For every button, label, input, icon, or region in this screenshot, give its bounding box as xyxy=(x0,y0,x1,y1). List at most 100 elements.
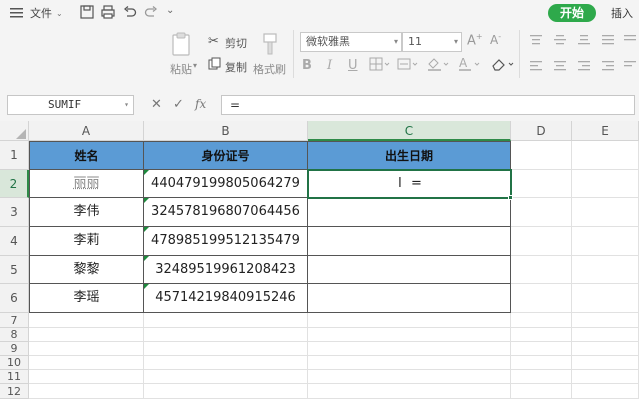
row-header-5[interactable]: 5 xyxy=(0,256,29,284)
copy-button[interactable]: 复制 xyxy=(225,59,247,75)
cell-a4[interactable]: 李莉 xyxy=(29,227,144,256)
cell-a10[interactable] xyxy=(29,356,144,370)
cell-e9[interactable] xyxy=(572,342,639,356)
align-left-icon[interactable] xyxy=(529,60,543,75)
align-bottom-icon[interactable] xyxy=(577,34,591,49)
row-header-6[interactable]: 6 xyxy=(0,284,29,313)
cell-style-icon[interactable] xyxy=(397,57,419,74)
cell-e1[interactable] xyxy=(572,141,639,170)
paste-icon[interactable] xyxy=(171,31,193,60)
save-icon[interactable] xyxy=(80,5,96,21)
format-painter-icon[interactable] xyxy=(261,32,279,59)
cell-a3[interactable]: 李伟 xyxy=(29,198,144,227)
cell-b5[interactable]: 32489519961208423 xyxy=(144,256,308,284)
cell-c1[interactable]: 出生日期 xyxy=(308,141,511,170)
row-header-10[interactable]: 10 xyxy=(0,356,29,370)
cell-e3[interactable] xyxy=(572,198,639,227)
align-distributed-icon[interactable] xyxy=(624,34,636,49)
fill-handle[interactable] xyxy=(508,195,513,200)
cell-b8[interactable] xyxy=(144,328,308,342)
align-right-icon[interactable] xyxy=(577,60,591,75)
cell-e2[interactable] xyxy=(572,170,639,198)
cell-b4[interactable]: 478985199512135479 xyxy=(144,227,308,256)
redo-icon[interactable] xyxy=(144,5,160,21)
row-header-3[interactable]: 3 xyxy=(0,198,29,227)
file-menu[interactable]: 文件 ⌄ xyxy=(30,5,63,21)
cell-b2[interactable]: 440479199805064279 xyxy=(144,170,308,198)
cancel-formula-icon[interactable]: ✕ xyxy=(151,97,162,112)
italic-button[interactable]: I xyxy=(327,58,332,73)
cell-d5[interactable] xyxy=(511,256,572,284)
column-header-b[interactable]: B xyxy=(144,121,308,141)
bold-button[interactable]: B xyxy=(302,58,312,73)
font-color-icon[interactable]: A xyxy=(457,56,481,75)
customize-toolbar-icon[interactable]: ⌄ xyxy=(166,5,182,21)
cell-e7[interactable] xyxy=(572,313,639,328)
cell-c7[interactable] xyxy=(308,313,511,328)
cell-a12[interactable] xyxy=(29,384,144,399)
indent-icon[interactable] xyxy=(601,60,615,75)
row-header-12[interactable]: 12 xyxy=(0,384,29,399)
cell-a1[interactable]: 姓名 xyxy=(29,141,144,170)
cell-b3[interactable]: 324578196807064456 xyxy=(144,198,308,227)
cell-a5[interactable]: 黎黎 xyxy=(29,256,144,284)
cell-d1[interactable] xyxy=(511,141,572,170)
decrease-font-icon[interactable]: A- xyxy=(490,32,501,47)
cell-e10[interactable] xyxy=(572,356,639,370)
row-header-2[interactable]: 2 xyxy=(0,170,29,198)
cell-e11[interactable] xyxy=(572,370,639,384)
column-header-d[interactable]: D xyxy=(511,121,572,141)
cell-c9[interactable] xyxy=(308,342,511,356)
hamburger-menu-icon[interactable] xyxy=(10,5,24,21)
cell-d2[interactable] xyxy=(511,170,572,198)
insert-function-button[interactable]: fx xyxy=(195,97,206,111)
cell-d6[interactable] xyxy=(511,284,572,313)
cell-e4[interactable] xyxy=(572,227,639,256)
confirm-formula-icon[interactable]: ✓ xyxy=(173,97,184,112)
align-center-icon[interactable] xyxy=(553,60,567,75)
cell-d3[interactable] xyxy=(511,198,572,227)
cell-d8[interactable] xyxy=(511,328,572,342)
column-header-e[interactable]: E xyxy=(572,121,639,141)
print-icon[interactable] xyxy=(101,5,117,21)
tab-insert[interactable]: 插入 xyxy=(611,5,633,21)
paste-dropdown-icon[interactable]: ▾ xyxy=(193,61,197,70)
row-header-7[interactable]: 7 xyxy=(0,313,29,328)
cell-c2[interactable]: = xyxy=(308,170,511,198)
row-header-8[interactable]: 8 xyxy=(0,328,29,342)
cell-a9[interactable] xyxy=(29,342,144,356)
cell-e12[interactable] xyxy=(572,384,639,399)
cell-a8[interactable] xyxy=(29,328,144,342)
cell-e6[interactable] xyxy=(572,284,639,313)
outdent-icon[interactable] xyxy=(624,60,636,75)
increase-font-icon[interactable]: A+ xyxy=(467,32,483,48)
eraser-icon[interactable] xyxy=(490,56,516,75)
fill-color-icon[interactable] xyxy=(426,56,450,75)
font-size-select[interactable]: 11 ▾ xyxy=(402,32,462,52)
cell-c11[interactable] xyxy=(308,370,511,384)
cell-b9[interactable] xyxy=(144,342,308,356)
cell-b6[interactable]: 45714219840915246 xyxy=(144,284,308,313)
format-painter-label[interactable]: 格式刷 xyxy=(253,61,286,77)
spreadsheet-grid[interactable]: ABCDE 1 2 3 4 5 6 7 8 9 10 11 12 姓名 身份证号 出生日期 丽丽 440479… xyxy=(0,121,639,409)
cell-c4[interactable] xyxy=(308,227,511,256)
cell-d7[interactable] xyxy=(511,313,572,328)
column-header-a[interactable]: A xyxy=(29,121,144,141)
cell-b10[interactable] xyxy=(144,356,308,370)
select-all-button[interactable] xyxy=(0,121,29,141)
cell-d4[interactable] xyxy=(511,227,572,256)
row-header-11[interactable]: 11 xyxy=(0,370,29,384)
scissors-icon[interactable]: ✂ xyxy=(208,34,219,49)
align-middle-icon[interactable] xyxy=(553,34,567,49)
cell-b11[interactable] xyxy=(144,370,308,384)
paste-label[interactable]: 粘贴 xyxy=(170,61,192,77)
cell-d11[interactable] xyxy=(511,370,572,384)
row-header-9[interactable]: 9 xyxy=(0,342,29,356)
cell-b1[interactable]: 身份证号 xyxy=(144,141,308,170)
cell-c3[interactable] xyxy=(308,198,511,227)
tab-start[interactable]: 开始 xyxy=(548,4,596,22)
undo-icon[interactable] xyxy=(123,5,139,21)
row-header-4[interactable]: 4 xyxy=(0,227,29,256)
cell-d12[interactable] xyxy=(511,384,572,399)
cell-d9[interactable] xyxy=(511,342,572,356)
